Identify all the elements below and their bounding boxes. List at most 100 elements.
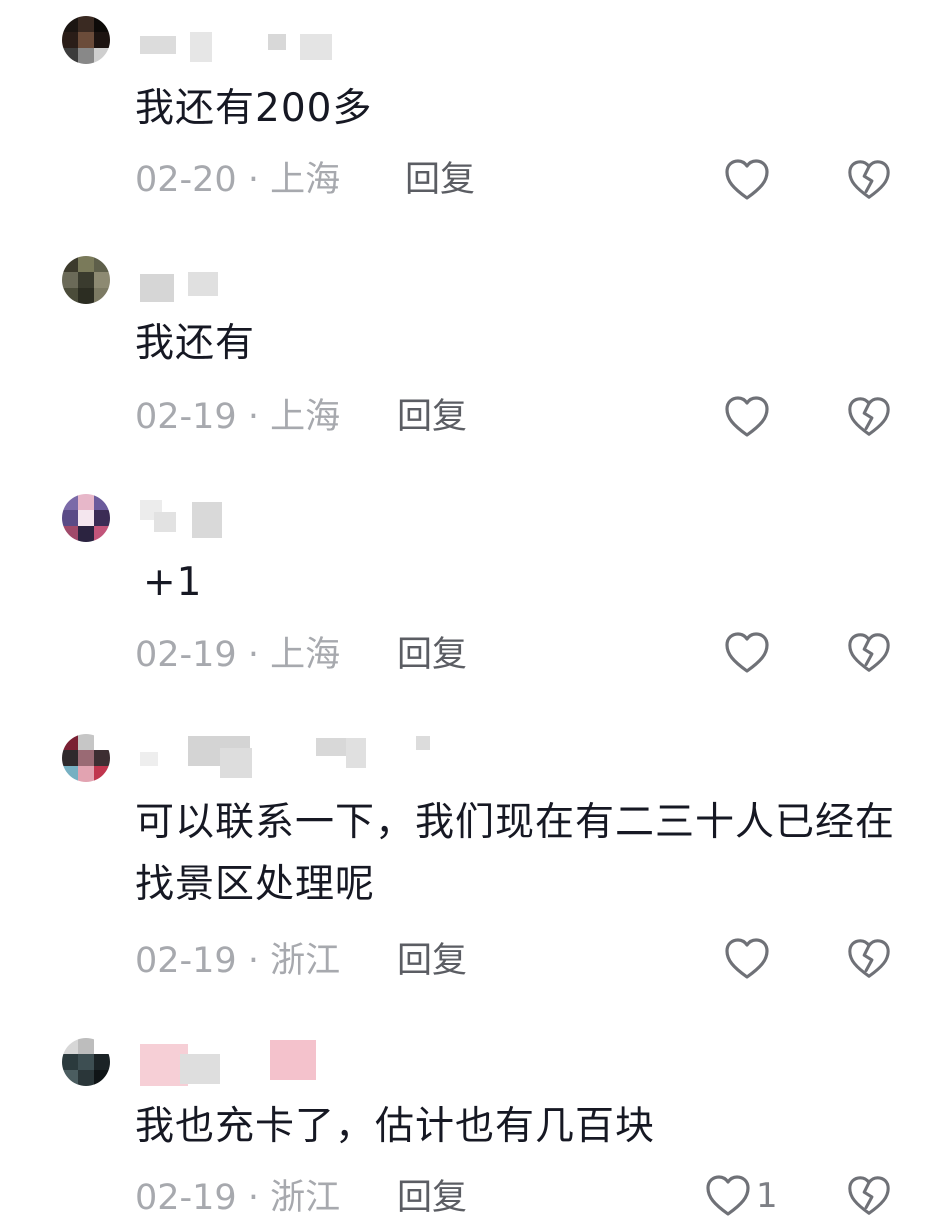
reply-button[interactable]: 回复: [397, 392, 467, 442]
comment-location: 浙江: [270, 941, 341, 981]
avatar-pixel: [78, 272, 94, 288]
avatar-pixel: [94, 256, 110, 272]
comment-date: 02-19: [135, 941, 237, 981]
meta-separator: ·: [236, 941, 271, 981]
comment-location: 浙江: [270, 1178, 341, 1218]
avatar-pixel: [62, 16, 78, 32]
avatar-pixel: [94, 32, 110, 48]
comment-date: 02-19: [135, 1178, 237, 1218]
reply-button[interactable]: 回复: [397, 936, 467, 986]
comment-text: 我还有: [135, 321, 256, 366]
avatar-pixel: [94, 1054, 110, 1070]
heart-outline-icon: [725, 938, 769, 979]
like-count: 1: [756, 1176, 778, 1216]
comment-date: 02-20: [135, 160, 237, 200]
avatar[interactable]: [62, 1038, 110, 1086]
reply-button[interactable]: 回复: [405, 155, 475, 205]
avatar[interactable]: [62, 494, 110, 542]
comment-date: 02-19: [135, 635, 237, 675]
heart-outline-icon: [725, 632, 769, 673]
comment-meta: 02-19 · 上海 回复: [135, 630, 467, 680]
comment-location: 上海: [270, 635, 341, 675]
meta-separator: ·: [236, 635, 271, 675]
avatar-pixel: [94, 288, 110, 304]
avatar-pixel: [94, 16, 110, 32]
avatar-pixel: [78, 32, 94, 48]
avatar-pixel: [62, 734, 78, 750]
avatar-pixel: [62, 494, 78, 510]
broken-heart-icon[interactable]: [846, 394, 892, 440]
avatar-pixel: [94, 1038, 110, 1054]
avatar-pixel: [62, 32, 78, 48]
avatar-pixel: [78, 1038, 94, 1054]
avatar-pixel: [94, 272, 110, 288]
avatar-pixel: [62, 526, 78, 542]
avatar-pixel: [78, 256, 94, 272]
avatar-pixel: [94, 1070, 110, 1086]
avatar-pixel: [94, 750, 110, 766]
comment-location: 上海: [270, 160, 341, 200]
comment-text: 我还有200多: [135, 86, 373, 131]
comment-meta: 02-19 · 上海 回复: [135, 392, 467, 442]
avatar-pixel: [78, 1054, 94, 1070]
meta-separator: ·: [236, 160, 271, 200]
avatar-pixel: [78, 510, 94, 526]
like-button[interactable]: [723, 628, 775, 678]
username-blurred[interactable]: [140, 28, 380, 68]
like-button[interactable]: [723, 392, 775, 442]
avatar-pixel: [78, 526, 94, 542]
avatar-pixel: [78, 1070, 94, 1086]
avatar-pixel: [94, 734, 110, 750]
avatar-pixel: [78, 750, 94, 766]
avatar-pixel: [94, 48, 110, 64]
avatar-pixel: [62, 510, 78, 526]
username-blurred[interactable]: [140, 496, 380, 538]
broken-heart-icon[interactable]: [846, 630, 892, 676]
avatar-pixel: [94, 510, 110, 526]
avatar-pixel: [94, 494, 110, 510]
heart-outline-icon: [725, 396, 769, 437]
avatar-pixel: [78, 494, 94, 510]
comment-meta: 02-19 · 浙江 回复: [135, 1173, 467, 1223]
comment-location: 上海: [270, 397, 341, 437]
comment-text: 可以联系一下，我们现在有二三十人已经在找景区处理呢: [135, 800, 896, 907]
username-blurred[interactable]: [140, 1040, 380, 1086]
heart-outline-icon: [706, 1175, 750, 1216]
avatar-pixel: [94, 526, 110, 542]
comment-meta: 02-20 · 上海 回复: [135, 155, 475, 205]
avatar[interactable]: [62, 256, 110, 304]
comment-text: +1: [143, 560, 203, 605]
username-blurred[interactable]: [140, 266, 380, 306]
like-button[interactable]: 1: [704, 1171, 778, 1221]
broken-heart-icon[interactable]: [846, 1173, 892, 1219]
avatar-pixel: [94, 766, 110, 782]
reply-button[interactable]: 回复: [397, 630, 467, 680]
avatar-pixel: [62, 272, 78, 288]
heart-outline-icon: [725, 159, 769, 200]
avatar-pixel: [78, 288, 94, 304]
avatar-pixel: [78, 48, 94, 64]
broken-heart-icon[interactable]: [846, 936, 892, 982]
username-blurred[interactable]: [140, 734, 460, 778]
avatar-pixel: [62, 288, 78, 304]
avatar-pixel: [62, 1054, 78, 1070]
avatar[interactable]: [62, 16, 110, 64]
like-button[interactable]: [723, 155, 775, 205]
comment-text: 我也充卡了，估计也有几百块: [135, 1104, 656, 1149]
avatar-pixel: [62, 256, 78, 272]
avatar-pixel: [78, 16, 94, 32]
avatar-pixel: [62, 48, 78, 64]
avatar-pixel: [78, 766, 94, 782]
meta-separator: ·: [236, 1178, 271, 1218]
avatar-pixel: [62, 1070, 78, 1086]
avatar-pixel: [62, 1038, 78, 1054]
avatar-pixel: [62, 750, 78, 766]
reply-button[interactable]: 回复: [397, 1173, 467, 1223]
comment-meta: 02-19 · 浙江 回复: [135, 936, 467, 986]
avatar-pixel: [62, 766, 78, 782]
avatar-pixel: [78, 734, 94, 750]
avatar[interactable]: [62, 734, 110, 782]
broken-heart-icon[interactable]: [846, 157, 892, 203]
like-button[interactable]: [723, 934, 775, 984]
meta-separator: ·: [236, 397, 271, 437]
